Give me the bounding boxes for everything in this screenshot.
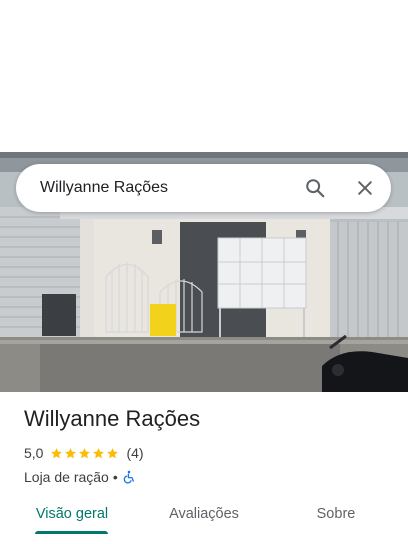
place-tabs: Visão geral Avaliações Sobre — [0, 494, 408, 536]
star-icon — [51, 447, 63, 458]
place-info: Willyanne Rações 5,0 (4) Loja de ração • — [24, 404, 394, 486]
close-button[interactable] — [345, 168, 385, 208]
place-category: Loja de ração — [24, 469, 109, 485]
tab-reviews[interactable]: Avaliações — [154, 494, 254, 534]
search-bar[interactable]: Willyanne Rações — [16, 164, 391, 212]
wheelchair-icon — [123, 470, 134, 484]
place-title: Willyanne Rações — [24, 406, 201, 431]
search-icon — [306, 179, 325, 198]
tab-about[interactable]: Sobre — [300, 494, 372, 534]
star-icon — [79, 447, 91, 458]
rating-row[interactable]: 5,0 (4) — [24, 444, 394, 462]
review-count: (4) — [126, 445, 144, 461]
star-icon — [93, 447, 105, 458]
place-details-page: Willyanne Rações Willyanne Rações 5,0 (4… — [0, 0, 408, 544]
star-icon — [107, 447, 119, 458]
rating-stars — [50, 447, 120, 460]
active-tab-indicator — [35, 531, 108, 534]
tab-overview[interactable]: Visão geral — [22, 494, 122, 534]
star-icon — [65, 447, 77, 458]
rating-value: 5,0 — [24, 445, 44, 461]
separator-dot: • — [112, 469, 118, 485]
search-input[interactable]: Willyanne Rações — [40, 179, 295, 197]
category-row: Loja de ração • — [24, 468, 394, 486]
search-button[interactable] — [295, 168, 335, 208]
close-icon — [358, 181, 372, 195]
